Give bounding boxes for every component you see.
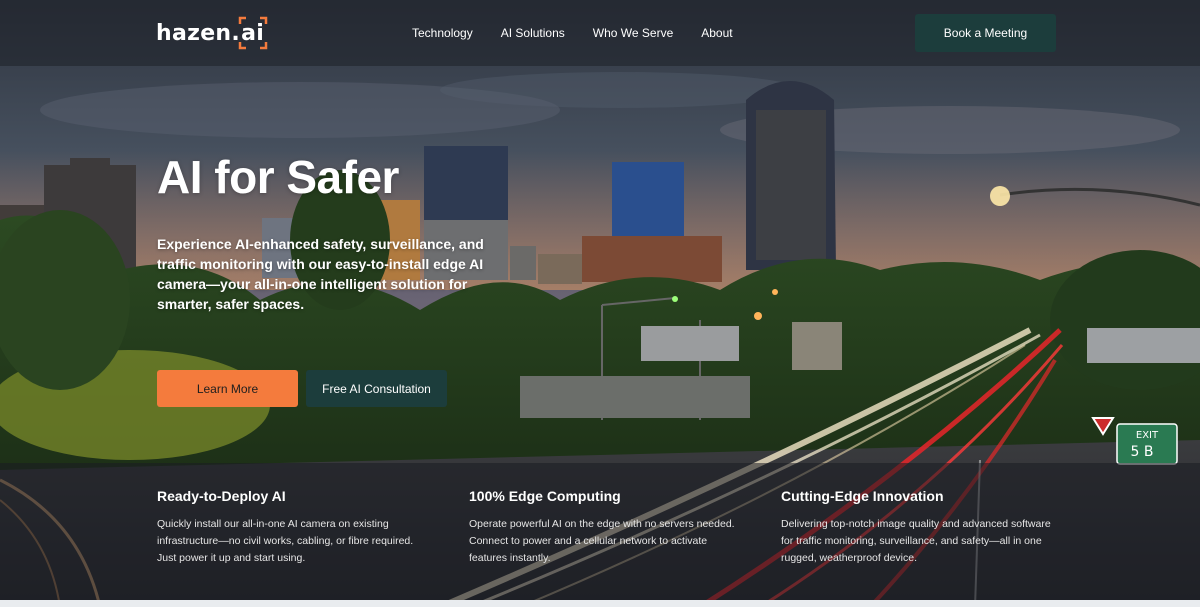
- feature-text: Delivering top-notch image quality and a…: [781, 518, 1051, 564]
- feature-text: Operate powerful AI on the edge with no …: [469, 518, 735, 564]
- logo-bracket-mark: ai: [238, 16, 268, 49]
- feature-innovation: Cutting-Edge Innovation Delivering top-n…: [781, 488, 1051, 567]
- hero-title: AI for Safer: [157, 151, 399, 203]
- logo-text: hazen: [156, 20, 232, 46]
- logo[interactable]: hazen. ai: [156, 16, 268, 49]
- nav-link-technology[interactable]: Technology: [412, 26, 473, 40]
- nav-link-who-we-serve[interactable]: Who We Serve: [593, 26, 673, 40]
- book-meeting-button[interactable]: Book a Meeting: [915, 14, 1056, 52]
- hero-description: Experience AI-enhanced safety, surveilla…: [157, 236, 484, 312]
- main-nav: Technology AI Solutions Who We Serve Abo…: [412, 26, 761, 40]
- feature-edge-computing: 100% Edge Computing Operate powerful AI …: [469, 488, 739, 567]
- feature-text: Quickly install our all-in-one AI camera…: [157, 518, 414, 564]
- learn-more-button[interactable]: Learn More: [157, 370, 298, 407]
- svg-text:EXIT: EXIT: [1136, 430, 1159, 441]
- logo-suffix: ai: [241, 20, 265, 46]
- svg-text:5 B: 5 B: [1131, 444, 1154, 460]
- feature-title: Cutting-Edge Innovation: [781, 488, 944, 504]
- page-bottom-strip: [0, 600, 1200, 607]
- nav-link-ai-solutions[interactable]: AI Solutions: [501, 26, 565, 40]
- feature-title: Ready-to-Deploy AI: [157, 488, 286, 504]
- feature-title: 100% Edge Computing: [469, 488, 621, 504]
- free-consultation-button[interactable]: Free AI Consultation: [306, 370, 447, 407]
- nav-link-about[interactable]: About: [701, 26, 732, 40]
- feature-ready-to-deploy: Ready-to-Deploy AI Quickly install our a…: [157, 488, 427, 567]
